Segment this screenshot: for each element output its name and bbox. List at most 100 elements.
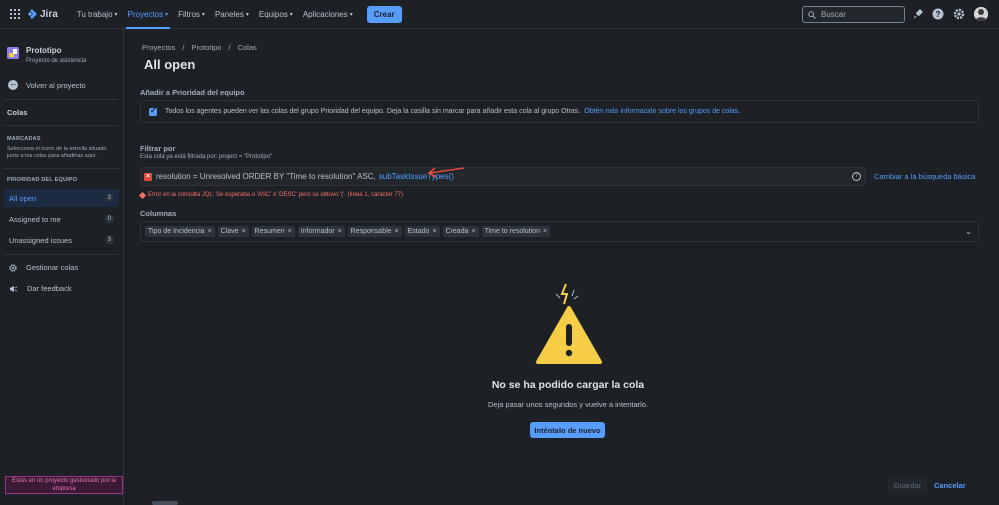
jira-logo-icon xyxy=(28,9,37,19)
notifications-icon[interactable] xyxy=(912,8,924,20)
cancel-button[interactable]: Cancelar xyxy=(934,481,966,490)
add-priority-checkbox[interactable] xyxy=(149,106,157,116)
nav-proyectos[interactable]: Proyectos ▾ xyxy=(123,0,174,29)
jql-error-message: Error en la consulta JQL: Se esperaba o … xyxy=(138,191,403,199)
breadcrumb-separator: / xyxy=(228,43,231,52)
column-chip[interactable]: Clave × xyxy=(217,226,249,237)
project-header[interactable]: Prototipo Proyecto de asistencia xyxy=(0,29,123,64)
column-chip[interactable]: Time to resolution × xyxy=(481,226,551,237)
queue-item-all-open[interactable]: All open 3 xyxy=(4,189,119,207)
nav-filtros[interactable]: Filtros ▾ xyxy=(173,0,210,29)
manage-queues-link[interactable]: Gestionar colas xyxy=(0,257,123,278)
app-switcher-icon[interactable] xyxy=(10,9,20,19)
top-navigation: Jira Tu trabajo ▾ Proyectos ▾ Filtros ▾ Pan… xyxy=(0,0,999,29)
settings-gear-icon[interactable] xyxy=(953,8,965,20)
megaphone-icon xyxy=(10,285,18,292)
user-avatar[interactable] xyxy=(974,7,988,21)
breadcrumb-separator: / xyxy=(182,43,185,52)
main-content: Proyectos / Prototipo / Colas All open A… xyxy=(124,29,999,505)
remove-icon[interactable]: × xyxy=(395,228,399,235)
column-chip[interactable]: Responsable × xyxy=(347,226,402,237)
search-placeholder: Buscar xyxy=(821,10,846,19)
filter-heading: Filtrar por xyxy=(140,144,176,153)
column-chip-label: Clave xyxy=(220,228,239,235)
remove-icon[interactable]: × xyxy=(338,228,342,235)
warning-illustration-icon xyxy=(536,283,602,364)
column-chip[interactable]: Informador × xyxy=(297,226,345,237)
column-chip-label: Responsable xyxy=(350,228,392,235)
nav-equipos[interactable]: Equipos ▾ xyxy=(254,0,298,29)
horizontal-scrollbar[interactable] xyxy=(152,501,178,505)
jql-input[interactable]: × resolution = Unresolved ORDER BY "Time… xyxy=(140,167,866,186)
page-title: All open xyxy=(144,57,196,72)
add-priority-text: Todos los agentes pueden ver las colas d… xyxy=(165,108,581,115)
remove-icon[interactable]: × xyxy=(288,228,292,235)
nav-label: Filtros xyxy=(178,9,200,19)
back-label: Volver al proyecto xyxy=(26,80,86,90)
project-type: Proyecto de asistencia xyxy=(26,58,87,64)
queue-label: Unassigned issues xyxy=(9,235,72,245)
breadcrumb-project[interactable]: Prototipo xyxy=(191,43,221,52)
nav-paneles[interactable]: Paneles ▾ xyxy=(210,0,254,29)
remove-icon[interactable]: × xyxy=(208,228,212,235)
remove-icon[interactable]: × xyxy=(543,228,547,235)
column-chip[interactable]: Tipo de Incidencia × xyxy=(145,226,215,237)
filter-subtext: Esta cola ya está filtrada por: project … xyxy=(140,154,273,160)
nav-aplicaciones[interactable]: Aplicaciones ▾ xyxy=(298,0,358,29)
queue-item-assigned-to-me[interactable]: Assigned to me 0 xyxy=(4,210,119,228)
search-input[interactable]: Buscar xyxy=(802,6,905,23)
columns-heading: Columnas xyxy=(140,209,177,218)
breadcrumb-queues[interactable]: Colas xyxy=(238,43,257,52)
remove-icon[interactable]: × xyxy=(472,228,476,235)
nav-label: Tu trabajo xyxy=(76,9,113,19)
empty-state-description: Deja pasar unos segundos y vuelve a inte… xyxy=(487,400,649,409)
remove-icon[interactable]: × xyxy=(242,228,246,235)
queues-heading: Colas xyxy=(7,108,28,117)
search-icon xyxy=(808,10,816,19)
main-nav: Tu trabajo ▾ Proyectos ▾ Filtros ▾ Paneles ▾… xyxy=(72,0,358,29)
help-icon[interactable]: ? xyxy=(932,8,944,20)
create-button[interactable]: Crear xyxy=(366,5,402,23)
column-chip[interactable]: Resumen × xyxy=(251,226,295,237)
chevron-down-icon[interactable]: ⌄ xyxy=(965,227,972,236)
jql-help-icon[interactable]: ? xyxy=(852,172,861,181)
queue-label: All open xyxy=(9,193,37,203)
feedback-link[interactable]: Dar feedback xyxy=(0,278,123,299)
queue-label: Assigned to me xyxy=(9,214,61,224)
jira-logo[interactable]: Jira xyxy=(27,9,58,20)
arrow-left-icon xyxy=(8,78,18,90)
breadcrumb-projects[interactable]: Proyectos xyxy=(142,43,175,52)
nav-label: Equipos xyxy=(258,9,288,19)
feedback-label: Dar feedback xyxy=(27,284,72,293)
starred-description: Selecciona el icono de la estrella situa… xyxy=(7,146,107,159)
back-to-project-link[interactable]: Volver al proyecto xyxy=(0,78,123,90)
manage-queues-label: Gestionar colas xyxy=(26,263,79,272)
retry-button[interactable]: Inténtalo de nuevo xyxy=(530,422,605,438)
red-arrow-annotation-icon xyxy=(427,167,465,178)
managed-project-note: Estás en un proyecto gestionado por la e… xyxy=(5,476,123,494)
nav-label: Aplicaciones xyxy=(302,9,348,19)
nav-tu-trabajo[interactable]: Tu trabajo ▾ xyxy=(72,0,123,29)
queue-item-unassigned-issues[interactable]: Unassigned issues 3 xyxy=(4,231,119,249)
remove-icon[interactable]: × xyxy=(432,228,436,235)
column-chip[interactable]: Estado × xyxy=(404,226,440,237)
chevron-down-icon: ▾ xyxy=(201,11,205,18)
project-avatar-icon xyxy=(7,47,19,59)
breadcrumb: Proyectos / Prototipo / Colas xyxy=(142,43,257,52)
sidebar: Prototipo Proyecto de asistencia Volver … xyxy=(0,29,124,505)
switch-to-basic-search-link[interactable]: Cambiar a la búsqueda básica xyxy=(874,172,975,181)
queue-count-badge: 3 xyxy=(104,236,114,244)
project-name: Prototipo xyxy=(26,46,62,55)
column-chip-label: Creada xyxy=(445,228,469,235)
chevron-down-icon: ▾ xyxy=(165,11,169,18)
chevron-down-icon: ▾ xyxy=(245,11,249,18)
queue-groups-link[interactable]: Obtén más información sobre los grupos d… xyxy=(584,108,740,115)
app-name: Jira xyxy=(40,8,58,20)
avatar-image-icon xyxy=(974,7,988,21)
queue-count-badge: 0 xyxy=(104,215,114,223)
columns-select[interactable]: Tipo de Incidencia × Clave × Resumen × Info… xyxy=(140,221,979,242)
save-button[interactable]: Guardar xyxy=(888,477,927,493)
add-priority-box: Todos los agentes pueden ver las colas d… xyxy=(140,100,979,123)
add-priority-heading: Añadir a Prioridad del equipo xyxy=(140,88,245,97)
column-chip[interactable]: Creada × xyxy=(442,226,479,237)
